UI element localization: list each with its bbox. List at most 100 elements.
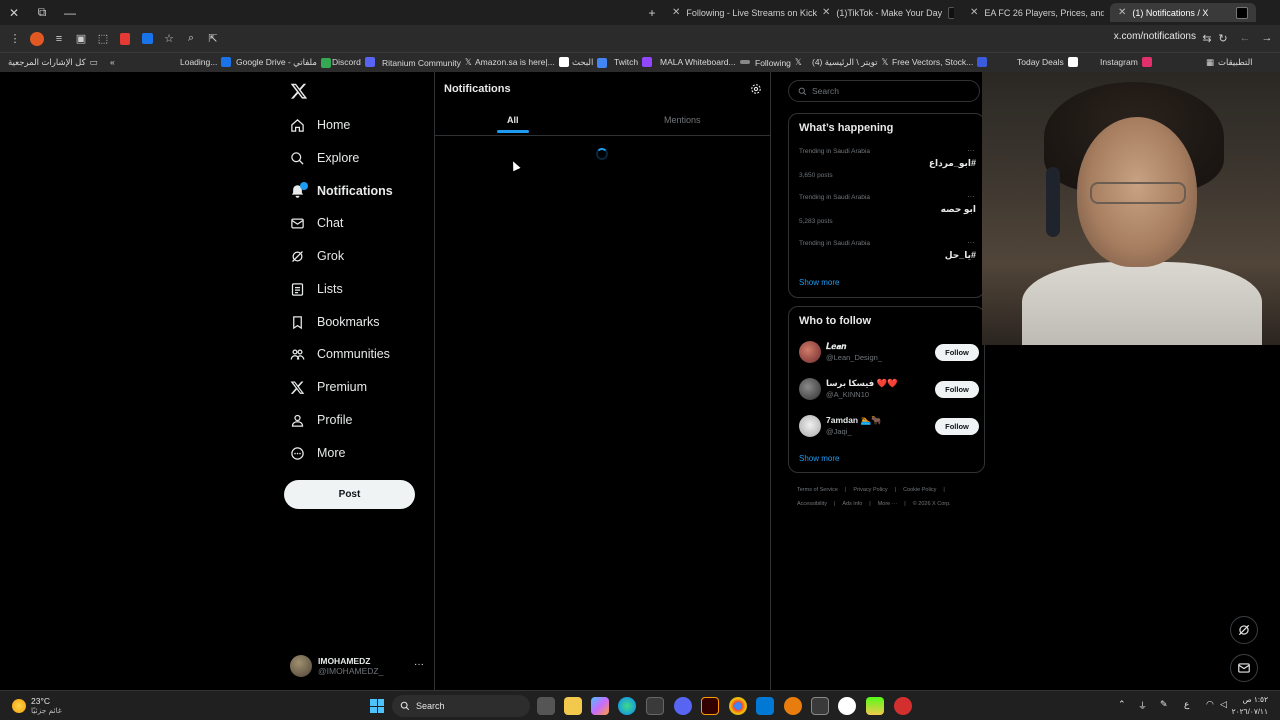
star-bookmark-icon[interactable]: ☆: [158, 28, 180, 50]
reload-icon[interactable]: ↻: [1212, 27, 1234, 49]
footer-link[interactable]: Ads info: [842, 501, 862, 507]
show-more-link[interactable]: Show more: [799, 454, 839, 463]
bookmark-item[interactable]: MALA Whiteboard...: [660, 57, 750, 67]
tab-close-icon[interactable]: ✕: [1118, 7, 1126, 18]
footer-link[interactable]: Privacy Policy: [853, 487, 887, 493]
share-icon[interactable]: ⇱: [202, 28, 224, 50]
bookmark-item[interactable]: Amazon.sa is here|...: [475, 57, 569, 67]
gear-icon[interactable]: [750, 83, 762, 95]
app-icon[interactable]: [894, 697, 912, 715]
screenshot-icon[interactable]: ▣: [70, 28, 92, 50]
bookmark-item[interactable]: Instagram: [1100, 57, 1152, 67]
volume-icon[interactable]: ◁: [1220, 699, 1227, 710]
bookmarks-overflow-icon[interactable]: «: [110, 57, 115, 67]
app-icon[interactable]: [838, 697, 856, 715]
browser-tab[interactable]: ✕ EA FC 26 Players, Prices, and Stats: [962, 3, 1104, 22]
show-more-link[interactable]: Show more: [799, 278, 839, 287]
taskbar-search[interactable]: Search: [392, 695, 530, 717]
edge-icon[interactable]: [618, 697, 636, 715]
extension-icon[interactable]: ≡: [48, 28, 70, 50]
bookmark-item[interactable]: Google Drive - ملفاتي: [236, 57, 331, 68]
follow-suggestion[interactable]: 7amdan 🏊🐂 @Jaqi_ Follow: [799, 413, 979, 439]
more-dots-icon[interactable]: ···: [967, 146, 975, 155]
bookmark-apps[interactable]: ▦ التطبيقات: [1206, 57, 1253, 68]
more-dots-icon[interactable]: ···: [967, 192, 975, 201]
store-icon[interactable]: [646, 697, 664, 715]
nav-more[interactable]: More: [290, 441, 345, 465]
grok-float-button[interactable]: [1230, 616, 1258, 644]
follow-button[interactable]: Follow: [935, 344, 979, 361]
blender-icon[interactable]: [784, 697, 802, 715]
address-bar[interactable]: x.com/notifications: [1114, 31, 1196, 42]
browser-tab-active[interactable]: ✕ (1) Notifications / X: [1110, 3, 1256, 22]
nav-chat[interactable]: Chat: [290, 211, 343, 235]
language-indicator[interactable]: ع: [1184, 699, 1189, 710]
adblock-icon[interactable]: [114, 28, 136, 50]
wifi-icon[interactable]: ◠: [1206, 699, 1214, 710]
task-view-icon[interactable]: [537, 697, 555, 715]
calculator-icon[interactable]: [811, 697, 829, 715]
mail-app-icon[interactable]: [756, 697, 774, 715]
pen-icon[interactable]: ✎: [1160, 699, 1168, 710]
account-switcher[interactable]: IMOHAMEDZ @IMOHAMEDZ_ ···: [290, 652, 424, 680]
bookmark-item[interactable]: Today Deals: [1017, 57, 1078, 67]
tab-close-icon[interactable]: ✕: [970, 7, 978, 18]
extension-icon[interactable]: [26, 28, 48, 50]
extensions-icon[interactable]: ⬚: [92, 28, 114, 50]
x-logo-icon[interactable]: [290, 82, 308, 100]
follow-suggestion[interactable]: 𝑳𝒆𝒂𝒏 @Lean_Design_ Follow: [799, 339, 979, 365]
minimize-window-icon[interactable]: —: [56, 0, 84, 25]
more-dots-icon[interactable]: ···: [414, 659, 424, 670]
new-tab-icon[interactable]: +: [638, 0, 666, 25]
copilot-icon[interactable]: [591, 697, 609, 715]
footer-link[interactable]: More ···: [878, 501, 898, 507]
bookmark-item[interactable]: Discord: [332, 57, 375, 67]
nav-explore[interactable]: Explore: [290, 146, 359, 170]
follow-button[interactable]: Follow: [935, 381, 979, 398]
bookmark-item[interactable]: Free Vectors, Stock...: [892, 57, 988, 67]
tab-mentions[interactable]: Mentions: [664, 115, 701, 125]
search-input[interactable]: Search: [788, 80, 980, 102]
weather-widget[interactable]: 23°C غائم جزئيًا: [12, 696, 62, 715]
tab-close-icon[interactable]: ✕: [822, 7, 830, 18]
bookmark-item[interactable]: (4) تويتر \ الرئيسية 𝕏: [812, 57, 888, 68]
bookmark-item[interactable]: Ritanium Community 𝕏: [382, 57, 472, 68]
follow-button[interactable]: Follow: [935, 418, 979, 435]
system-clock[interactable]: ١:٥٢ ص ٢٠٢٦/٠٧/١١: [1232, 694, 1268, 718]
bookmark-all-folder[interactable]: كل الإشارات المرجعية ▭: [8, 57, 98, 68]
messages-float-button[interactable]: [1230, 654, 1258, 682]
forward-icon[interactable]: ←: [1234, 27, 1256, 49]
back-icon[interactable]: →: [1256, 27, 1278, 49]
footer-link[interactable]: Terms of Service: [797, 487, 838, 493]
footer-link[interactable]: Cookie Policy: [903, 487, 936, 493]
usb-icon[interactable]: ⏚: [1138, 699, 1147, 712]
footer-link[interactable]: Accessibility: [797, 501, 827, 507]
tray-overflow-icon[interactable]: ⌃: [1118, 699, 1126, 710]
zoom-icon[interactable]: ⌕: [180, 28, 202, 50]
menu-dots-icon[interactable]: ⋮: [4, 28, 26, 50]
bookmark-item[interactable]: Twitch: [614, 57, 653, 67]
file-explorer-icon[interactable]: [564, 697, 582, 715]
nav-profile[interactable]: Profile: [290, 408, 352, 432]
post-button[interactable]: Post: [284, 480, 415, 509]
nav-communities[interactable]: Communities: [290, 342, 390, 366]
browser-tab[interactable]: ✕ (1)TikTok - Make Your Day: [814, 3, 954, 22]
tab-all[interactable]: All: [507, 115, 519, 125]
bookmark-item[interactable]: Loading...: [180, 57, 232, 67]
browser-tab[interactable]: ✕ Following - Live Streams on Kick: [664, 3, 819, 22]
follow-suggestion[interactable]: فيسكا برسا ❤️❤️ @A_KINN10 Follow: [799, 376, 979, 402]
nav-lists[interactable]: Lists: [290, 277, 343, 301]
nav-bookmarks[interactable]: Bookmarks: [290, 310, 380, 334]
illustrator-icon[interactable]: [701, 697, 719, 715]
windows-start-icon[interactable]: [370, 699, 384, 713]
bookmark-item[interactable]: البحث: [572, 57, 608, 68]
discord-icon[interactable]: [674, 697, 692, 715]
app-icon[interactable]: [866, 697, 884, 715]
nav-grok[interactable]: Grok: [290, 244, 344, 268]
restore-window-icon[interactable]: ⧉: [28, 0, 56, 25]
chrome-icon[interactable]: [729, 697, 747, 715]
tab-close-icon[interactable]: ✕: [672, 7, 680, 18]
nav-premium[interactable]: Premium: [290, 375, 367, 399]
bookmark-item[interactable]: Following 𝕏: [755, 57, 802, 68]
translate-icon[interactable]: [136, 28, 158, 50]
